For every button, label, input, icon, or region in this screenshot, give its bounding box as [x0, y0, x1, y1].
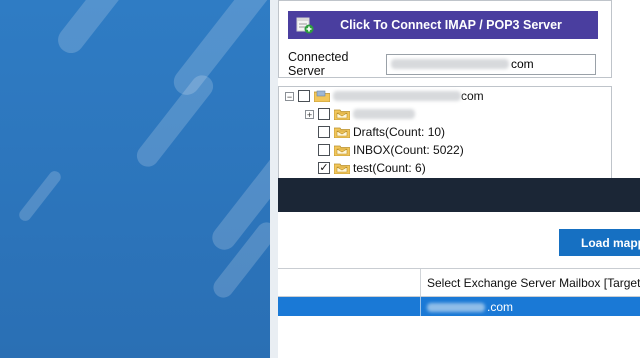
- connect-server-icon: [294, 14, 316, 36]
- connect-button-label: Click To Connect IMAP / POP3 Server: [340, 18, 562, 32]
- redacted-text: [427, 302, 485, 312]
- target-column-header[interactable]: Select Exchange Server Mailbox [Target]: [427, 276, 640, 290]
- redacted-folder-label: [353, 109, 415, 119]
- migration-app: Click To Connect IMAP / POP3 Server Conn…: [278, 0, 640, 358]
- connection-panel: Click To Connect IMAP / POP3 Server Conn…: [278, 0, 612, 78]
- tree-node-drafts[interactable]: Drafts(Count: 10): [318, 123, 445, 141]
- status-bar: [278, 178, 640, 212]
- mailbox-folder-tree: − com + Drafts(Count: 10) INBOX(Count: 5…: [278, 86, 612, 179]
- connected-server-label: Connected Server: [288, 50, 349, 78]
- folder-checkbox[interactable]: [318, 108, 330, 120]
- decorative-streak: [52, 0, 148, 59]
- mail-folder-icon: [334, 163, 350, 174]
- folder-checkbox[interactable]: [318, 144, 330, 156]
- mail-folder-icon: [334, 109, 350, 120]
- mailbox-domain-suffix: .com: [487, 300, 514, 314]
- mailbox-mapping-grid: Select Exchange Server Mailbox [Target] …: [278, 268, 640, 358]
- account-folder-icon: [314, 90, 330, 102]
- connected-server-row: Connected Server com: [288, 50, 596, 78]
- grid-header: Select Exchange Server Mailbox [Target]: [278, 268, 640, 297]
- column-divider: [420, 297, 421, 316]
- tree-node-test[interactable]: ✓ test(Count: 6): [318, 159, 426, 177]
- target-mailbox-cell[interactable]: .com: [427, 300, 513, 314]
- tree-node[interactable]: +: [305, 105, 415, 123]
- expand-icon[interactable]: +: [305, 109, 314, 119]
- tree-root-node[interactable]: − com: [285, 87, 484, 105]
- root-checkbox[interactable]: [298, 90, 310, 102]
- mail-folder-icon: [334, 145, 350, 156]
- folder-label: Drafts(Count: 10): [353, 125, 446, 139]
- folder-label: INBOX(Count: 5022): [353, 143, 464, 157]
- load-mapping-button[interactable]: Load mapp: [559, 229, 640, 256]
- background-panel: [0, 0, 270, 358]
- panel-divider: [270, 0, 278, 358]
- redacted-text: [333, 91, 461, 101]
- decorative-streak: [168, 0, 270, 101]
- connect-imap-button[interactable]: Click To Connect IMAP / POP3 Server: [288, 11, 598, 39]
- root-suffix: com: [461, 89, 484, 103]
- tree-node-inbox[interactable]: INBOX(Count: 5022): [318, 141, 464, 159]
- server-domain-suffix: com: [511, 57, 534, 71]
- folder-checkbox[interactable]: [318, 126, 330, 138]
- collapse-icon[interactable]: −: [285, 91, 294, 101]
- folder-checkbox-checked[interactable]: ✓: [318, 162, 330, 174]
- folder-label: test(Count: 6): [353, 161, 426, 175]
- table-row[interactable]: .com: [278, 297, 640, 316]
- connected-server-field[interactable]: com: [386, 53, 596, 75]
- column-divider[interactable]: [420, 269, 421, 296]
- mail-folder-icon: [334, 127, 350, 138]
- redacted-text: [391, 59, 509, 69]
- decorative-streak: [16, 168, 64, 224]
